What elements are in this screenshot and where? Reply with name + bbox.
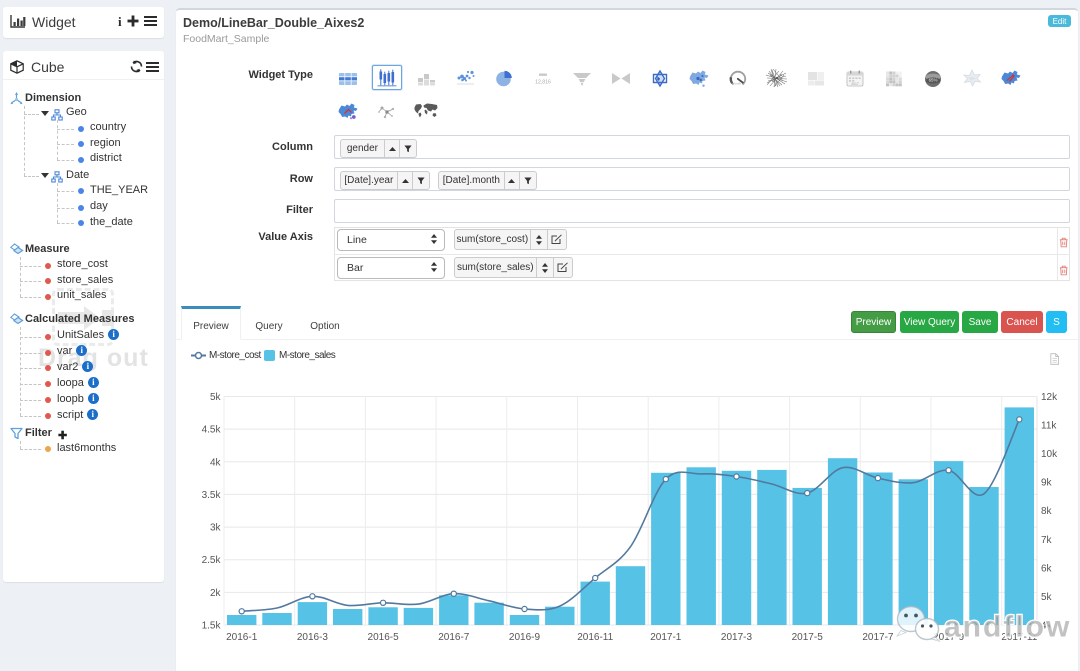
svg-text:2016-5: 2016-5 <box>368 632 400 643</box>
svg-text:4.5k: 4.5k <box>202 425 222 436</box>
svg-text:12k: 12k <box>1041 392 1058 403</box>
svg-text:9k: 9k <box>1041 478 1053 489</box>
svg-text:2016-9: 2016-9 <box>509 632 541 643</box>
svg-text:6k: 6k <box>1041 563 1053 574</box>
svg-text:2017-1: 2017-1 <box>650 632 682 643</box>
svg-text:11k: 11k <box>1041 421 1057 432</box>
svg-text:2k: 2k <box>210 588 222 599</box>
svg-text:7k: 7k <box>1041 535 1053 546</box>
svg-text:2017-3: 2017-3 <box>721 632 753 643</box>
svg-text:3.5k: 3.5k <box>202 490 222 501</box>
svg-text:2.5k: 2.5k <box>202 555 222 566</box>
svg-text:2017-5: 2017-5 <box>792 632 824 643</box>
svg-text:8k: 8k <box>1041 506 1053 517</box>
svg-text:5k: 5k <box>210 392 222 403</box>
svg-text:1.5k: 1.5k <box>202 621 222 632</box>
svg-text:2016-7: 2016-7 <box>438 632 470 643</box>
svg-text:10k: 10k <box>1041 449 1058 460</box>
svg-text:2016-3: 2016-3 <box>297 632 329 643</box>
svg-text:2016-1: 2016-1 <box>226 632 258 643</box>
svg-text:andflow: andflow <box>944 611 1071 644</box>
svg-text:2016-11: 2016-11 <box>577 632 613 643</box>
svg-text:3k: 3k <box>210 523 222 534</box>
svg-text:4k: 4k <box>210 457 222 468</box>
